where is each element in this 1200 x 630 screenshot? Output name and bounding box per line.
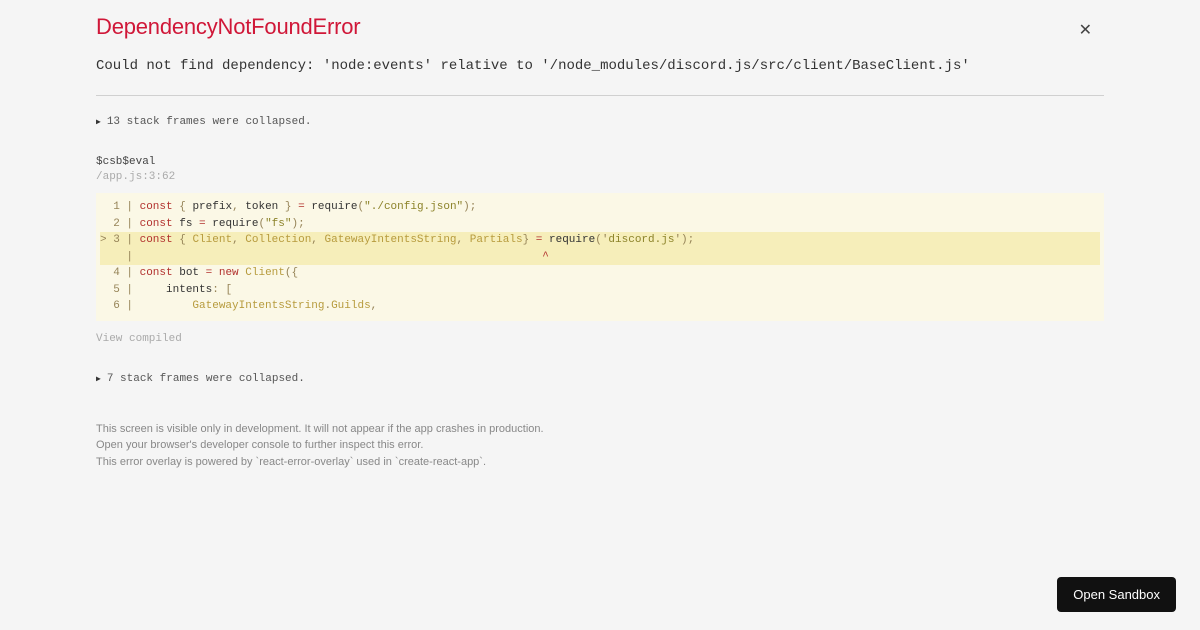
- collapsed-frames-top-label: 13 stack frames were collapsed.: [107, 116, 312, 128]
- view-compiled-link[interactable]: View compiled: [96, 333, 1104, 345]
- error-message: Could not find dependency: 'node:events'…: [96, 54, 1104, 79]
- stack-frame-location: /app.js:3:62: [96, 171, 1104, 183]
- footer-line: This error overlay is powered by `react-…: [96, 454, 1104, 471]
- error-title: DependencyNotFoundError: [96, 14, 1104, 40]
- collapsed-frames-bottom[interactable]: 7 stack frames were collapsed.: [96, 373, 1104, 385]
- stack-frame-name: $csb$eval: [96, 156, 1104, 168]
- code-snippet: 1 | const { prefix, token } = require(".…: [96, 193, 1104, 321]
- footer-line: This screen is visible only in developme…: [96, 421, 1104, 438]
- error-overlay: DependencyNotFoundError Could not find d…: [0, 0, 1200, 470]
- footer-note: This screen is visible only in developme…: [96, 421, 1104, 471]
- open-sandbox-button[interactable]: Open Sandbox: [1057, 577, 1176, 612]
- collapsed-frames-bottom-label: 7 stack frames were collapsed.: [107, 373, 305, 385]
- divider: [96, 95, 1104, 96]
- collapsed-frames-top[interactable]: 13 stack frames were collapsed.: [96, 116, 1104, 128]
- close-icon[interactable]: ✕: [1079, 20, 1092, 40]
- footer-line: Open your browser's developer console to…: [96, 437, 1104, 454]
